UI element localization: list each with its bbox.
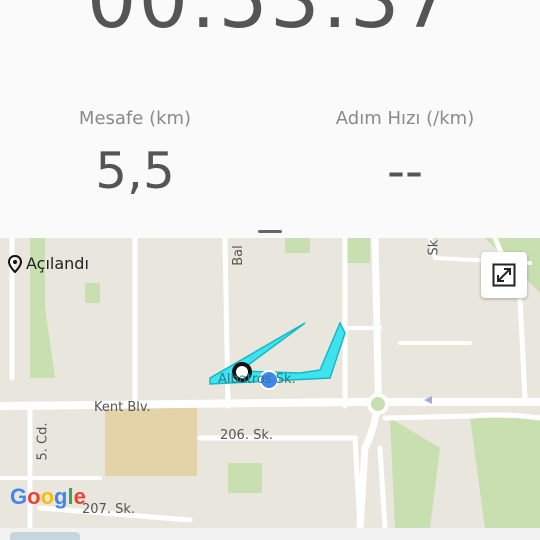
- street-label-206: 206. Sk.: [220, 428, 273, 443]
- location-pin-icon: [8, 254, 22, 273]
- drag-handle[interactable]: [258, 230, 282, 233]
- street-label-207: 207. Sk.: [82, 502, 135, 517]
- distance-label: Mesafe (km): [78, 108, 192, 129]
- street-label-kent-blv: Kent Blv.: [94, 400, 151, 415]
- street-label-albatros: Albatros Sk.: [218, 372, 296, 387]
- expand-icon: [492, 263, 516, 287]
- bottom-thumbnail[interactable]: [10, 532, 80, 540]
- expand-map-button[interactable]: [481, 252, 527, 298]
- bottom-bar: [0, 528, 540, 540]
- elapsed-time: 00:53:37: [86, 0, 454, 46]
- pace-label: Adım Hızı (/km): [335, 108, 475, 129]
- pace-value: --: [386, 142, 424, 200]
- google-logo: Google: [10, 484, 86, 509]
- street-label-bal: Bal: [230, 245, 246, 266]
- street-label-sk: Sk.: [426, 238, 442, 256]
- workout-stats-panel: 00:53:37 Mesafe (km) 5,5 Adım Hızı (/km)…: [0, 0, 540, 236]
- start-location-label: Açılandı: [8, 254, 89, 273]
- distance-value: 5,5: [95, 142, 175, 200]
- start-location-text: Açılandı: [26, 254, 89, 273]
- street-label-5cd: 5. Cd.: [35, 422, 51, 461]
